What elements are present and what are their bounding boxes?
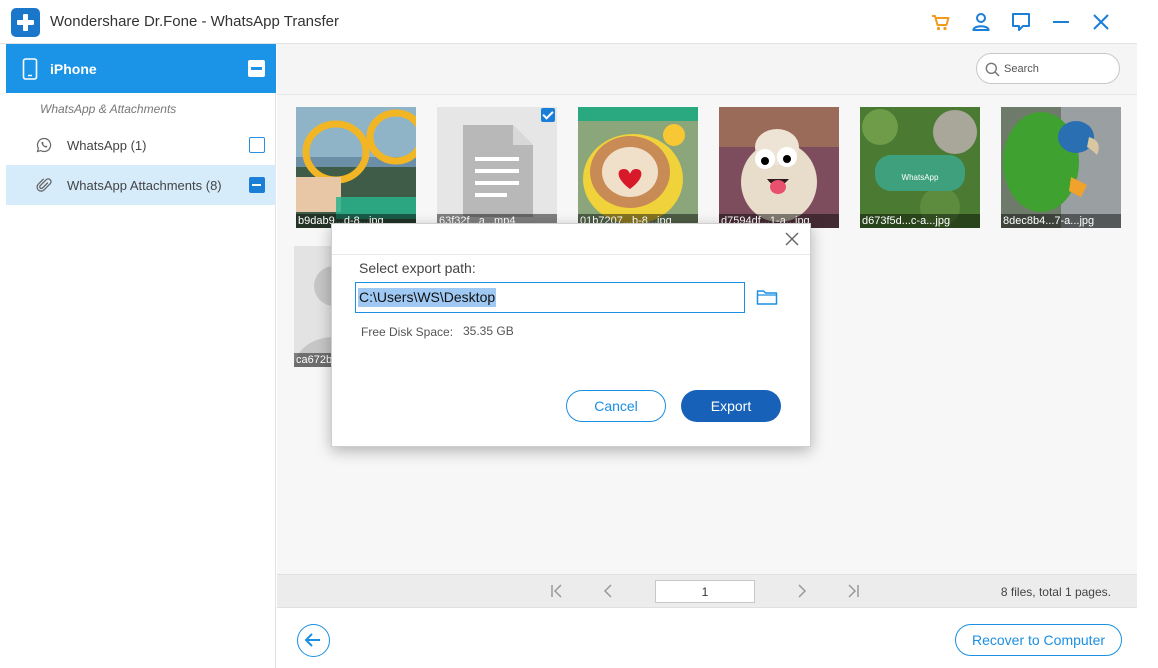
photo-thumbnail	[719, 107, 839, 228]
pagination-info: 8 files, total 1 pages.	[1000, 585, 1111, 599]
close-icon[interactable]	[1088, 9, 1114, 35]
feedback-icon[interactable]	[1008, 9, 1034, 35]
thumbnail-item[interactable]: 8dec8b4...7-a...jpg	[1001, 107, 1121, 228]
page-number-input[interactable]	[655, 580, 755, 603]
export-path-input[interactable]: C:\Users\WS\Desktop	[355, 282, 745, 313]
sidebar-item-whatsapp[interactable]: WhatsApp (1)	[6, 125, 276, 165]
export-path-value: C:\Users\WS\Desktop	[358, 288, 497, 307]
thumbnail-item[interactable]: 63f32f...a...mp4	[437, 107, 557, 228]
search-icon	[985, 62, 1000, 77]
prev-page-icon[interactable]	[601, 583, 617, 599]
selected-check-icon[interactable]	[541, 108, 555, 122]
first-page-icon[interactable]	[549, 583, 565, 599]
minimize-icon[interactable]	[1048, 9, 1074, 35]
photo-thumbnail	[296, 107, 416, 228]
app-title: Wondershare Dr.Fone - WhatsApp Transfer	[50, 13, 340, 30]
recover-to-computer-button[interactable]: Recover to Computer	[955, 624, 1122, 656]
dialog-close-icon[interactable]	[783, 230, 801, 248]
sidebar-item-label: WhatsApp Attachments (8)	[67, 178, 222, 193]
thumbnail-item[interactable]: d7594df...1-a...jpg	[719, 107, 839, 228]
thumbnail-item[interactable]: b9dab9...d-8...jpg	[296, 107, 416, 228]
free-disk-space-label: Free Disk Space:	[361, 325, 454, 339]
back-button[interactable]	[297, 624, 330, 657]
sidebar-item-label: WhatsApp (1)	[67, 138, 147, 153]
document-icon	[437, 107, 557, 228]
export-button[interactable]: Export	[681, 390, 781, 422]
export-path-label: Select export path:	[359, 260, 476, 276]
dialog-divider	[332, 254, 810, 255]
bottom-bar: Recover to Computer	[277, 607, 1137, 668]
section-label: WhatsApp & Attachments	[40, 102, 177, 116]
sidebar: iPhone WhatsApp & Attachments WhatsApp (…	[6, 44, 276, 668]
last-page-icon[interactable]	[845, 583, 861, 599]
title-bar: Wondershare Dr.Fone - WhatsApp Transfer	[0, 0, 1137, 44]
export-dialog: Select export path: C:\Users\WS\Desktop …	[331, 223, 811, 447]
phone-icon	[22, 58, 38, 80]
thumbnail-item[interactable]: 01b7207...b-8...jpg	[578, 107, 698, 228]
app-logo-icon	[11, 8, 40, 37]
cart-icon[interactable]	[928, 9, 954, 35]
user-icon[interactable]	[968, 9, 994, 35]
attachments-checkbox[interactable]	[249, 177, 265, 193]
whatsapp-checkbox[interactable]	[249, 137, 265, 153]
thumbnail-item[interactable]: WhatsApp d673f5d...c-a...jpg	[860, 107, 980, 228]
pagination-bar: 8 files, total 1 pages.	[277, 574, 1137, 607]
whatsapp-icon	[36, 137, 52, 153]
paperclip-icon	[36, 178, 52, 192]
arrow-left-icon	[304, 633, 320, 647]
cancel-button[interactable]: Cancel	[566, 390, 666, 422]
next-page-icon[interactable]	[793, 583, 809, 599]
free-disk-space-value: 35.35 GB	[463, 324, 514, 338]
app-window: Wondershare Dr.Fone - WhatsApp Transfer …	[0, 0, 1137, 668]
folder-icon[interactable]	[756, 288, 778, 306]
thumbnail-caption: 8dec8b4...7-a...jpg	[1001, 214, 1121, 228]
thumbnail-caption: d673f5d...c-a...jpg	[860, 214, 980, 228]
device-row[interactable]: iPhone	[6, 44, 276, 93]
search-input[interactable]	[1004, 60, 1114, 78]
photo-thumbnail	[1001, 107, 1121, 228]
search-box	[976, 53, 1120, 84]
sidebar-item-attachments[interactable]: WhatsApp Attachments (8)	[6, 165, 276, 205]
photo-thumbnail	[578, 107, 698, 228]
photo-thumbnail: WhatsApp	[860, 107, 980, 228]
device-collapse-button[interactable]	[248, 60, 265, 77]
device-name: iPhone	[50, 61, 97, 77]
svg-text:WhatsApp: WhatsApp	[902, 173, 939, 182]
